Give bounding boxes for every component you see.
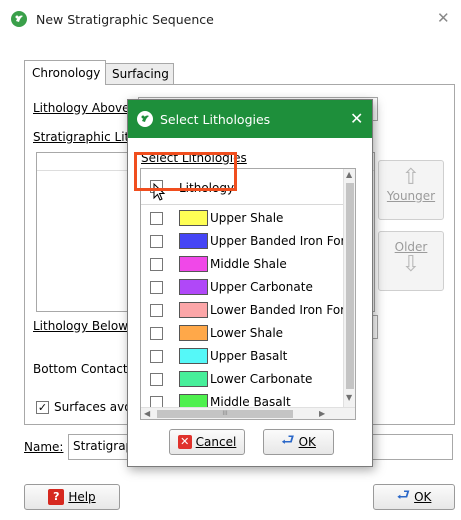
lithology-row[interactable]: Lower Shale <box>141 322 343 345</box>
lithology-above-text: Lithology Above <box>33 101 130 115</box>
lithology-color-swatch <box>179 210 208 226</box>
name-label: Name: <box>24 440 63 454</box>
main-close-icon[interactable]: ✕ <box>437 9 450 27</box>
scroll-left-icon[interactable]: ◀ <box>144 409 150 418</box>
lithology-row[interactable]: Upper Basalt <box>141 345 343 368</box>
younger-button-label: Younger <box>379 189 443 203</box>
main-window-title: New Stratigraphic Sequence <box>36 12 214 27</box>
help-icon: ? <box>48 489 65 505</box>
ok-arrow-icon: ⮐ <box>396 485 411 504</box>
lithology-below-text: Lithology Below <box>33 319 128 333</box>
lithology-row-checkbox[interactable] <box>150 373 163 386</box>
surfaces-checkbox-label: Surfaces avo <box>54 400 132 414</box>
dialog-ok-button[interactable]: ⮐ OK <box>263 429 334 455</box>
lithology-row-checkbox[interactable] <box>150 258 163 271</box>
help-button-label: Help <box>68 490 96 504</box>
lithology-row-name: Middle Basalt <box>210 395 291 407</box>
help-button[interactable]: ? Help <box>24 484 120 510</box>
surfaces-check-icon: ✓ <box>36 401 49 414</box>
lithology-row-checkbox[interactable] <box>150 304 163 317</box>
leapfrog-logo-icon <box>11 11 27 27</box>
younger-button[interactable]: ⇧ Younger <box>378 160 444 220</box>
scroll-grip: III <box>222 410 228 417</box>
tab-surfacing-label: Surfacing <box>112 67 169 81</box>
lithology-color-swatch <box>179 302 208 318</box>
lithology-row[interactable]: Middle Basalt <box>141 391 343 407</box>
lithology-row-checkbox[interactable] <box>150 281 163 294</box>
lithology-row[interactable]: Upper Carbonate <box>141 276 343 299</box>
lithology-row-name: Lower Carbonate <box>210 372 313 386</box>
lithology-row[interactable]: Upper Shale <box>141 207 343 230</box>
tab-chronology-label: Chronology <box>32 66 101 80</box>
stratigraphic-text: Stratigraphic Lit <box>33 130 130 144</box>
lithology-row-name: Upper Banded Iron Forr <box>210 234 343 248</box>
lithology-below-label: Lithology Below <box>33 319 128 333</box>
horizontal-scroll-thumb[interactable]: III <box>157 410 293 418</box>
dialog-title: Select Lithologies <box>160 112 271 127</box>
dialog-logo-icon <box>137 111 153 127</box>
dialog-close-icon[interactable]: ✕ <box>350 109 363 128</box>
stratigraphic-label: Stratigraphic Lit <box>33 130 129 144</box>
lithology-color-swatch <box>179 325 208 341</box>
lithology-row-checkbox[interactable] <box>150 327 163 340</box>
lithology-row[interactable]: Upper Banded Iron Forr <box>141 230 343 253</box>
lithology-row-name: Middle Shale <box>210 257 287 271</box>
lithology-row-checkbox[interactable] <box>150 396 163 407</box>
cancel-button[interactable]: ✕ Cancel <box>169 429 245 455</box>
lithology-color-swatch <box>179 348 208 364</box>
arrow-down-icon: ⇩ <box>401 252 421 277</box>
lithology-row-checkbox[interactable] <box>150 212 163 225</box>
lithology-row-checkbox[interactable] <box>150 235 163 248</box>
highlight-box <box>134 152 237 191</box>
younger-label-text: Younger <box>386 189 436 203</box>
scroll-right-icon[interactable]: ▶ <box>319 409 325 418</box>
lithology-row-name: Upper Shale <box>210 211 284 225</box>
main-ok-button[interactable]: ⮐ OK <box>373 484 455 510</box>
lithology-list[interactable]: Lithology Upper Shale Upper Banded Iron F… <box>140 168 356 420</box>
lithology-row[interactable]: Lower Banded Iron Forr <box>141 299 343 322</box>
cancel-button-label: Cancel <box>195 435 237 449</box>
older-button[interactable]: Older ⇩ <box>378 231 444 291</box>
lithology-color-swatch <box>179 233 208 249</box>
lithology-above-label: Lithology Above <box>33 101 130 115</box>
lithology-color-swatch <box>179 256 208 272</box>
lithology-color-swatch <box>179 279 208 295</box>
cancel-icon: ✕ <box>177 435 192 449</box>
arrow-up-icon: ⇧ <box>401 165 421 190</box>
dialog-title-bar: Select Lithologies ✕ <box>128 100 372 138</box>
lithology-row-checkbox[interactable] <box>150 350 163 363</box>
lithology-color-swatch <box>179 371 208 387</box>
name-label-text: Name: <box>24 440 64 454</box>
tab-surfacing[interactable]: Surfacing <box>106 63 174 85</box>
scroll-down-icon[interactable]: ▼ <box>346 393 352 402</box>
lithology-row-name: Lower Banded Iron Forr <box>210 303 343 317</box>
lithology-row[interactable]: Middle Shale <box>141 253 343 276</box>
bottom-contact-label: Bottom Contact <box>33 362 128 376</box>
lithology-color-swatch <box>179 394 208 407</box>
lithology-row-name: Upper Carbonate <box>210 280 313 294</box>
ok-arrow-icon: ⮐ <box>281 430 295 449</box>
lithology-row[interactable]: Lower Carbonate <box>141 368 343 391</box>
tab-chronology[interactable]: Chronology <box>24 60 106 85</box>
lithology-row-name: Upper Basalt <box>210 349 288 363</box>
lithology-row-name: Lower Shale <box>210 326 284 340</box>
vertical-scrollbar[interactable]: ▲ ▼ <box>343 169 355 407</box>
lithology-rows: Upper Shale Upper Banded Iron Forr Middle … <box>141 207 343 407</box>
dialog-ok-button-label: OK <box>298 435 316 449</box>
vertical-scroll-thumb[interactable] <box>346 183 354 389</box>
main-title-bar: New Stratigraphic Sequence ✕ <box>0 0 461 38</box>
horizontal-scrollbar[interactable]: ◀ III ▶ <box>141 407 355 419</box>
main-ok-button-label: OK <box>414 490 432 504</box>
scroll-up-icon[interactable]: ▲ <box>346 170 352 179</box>
